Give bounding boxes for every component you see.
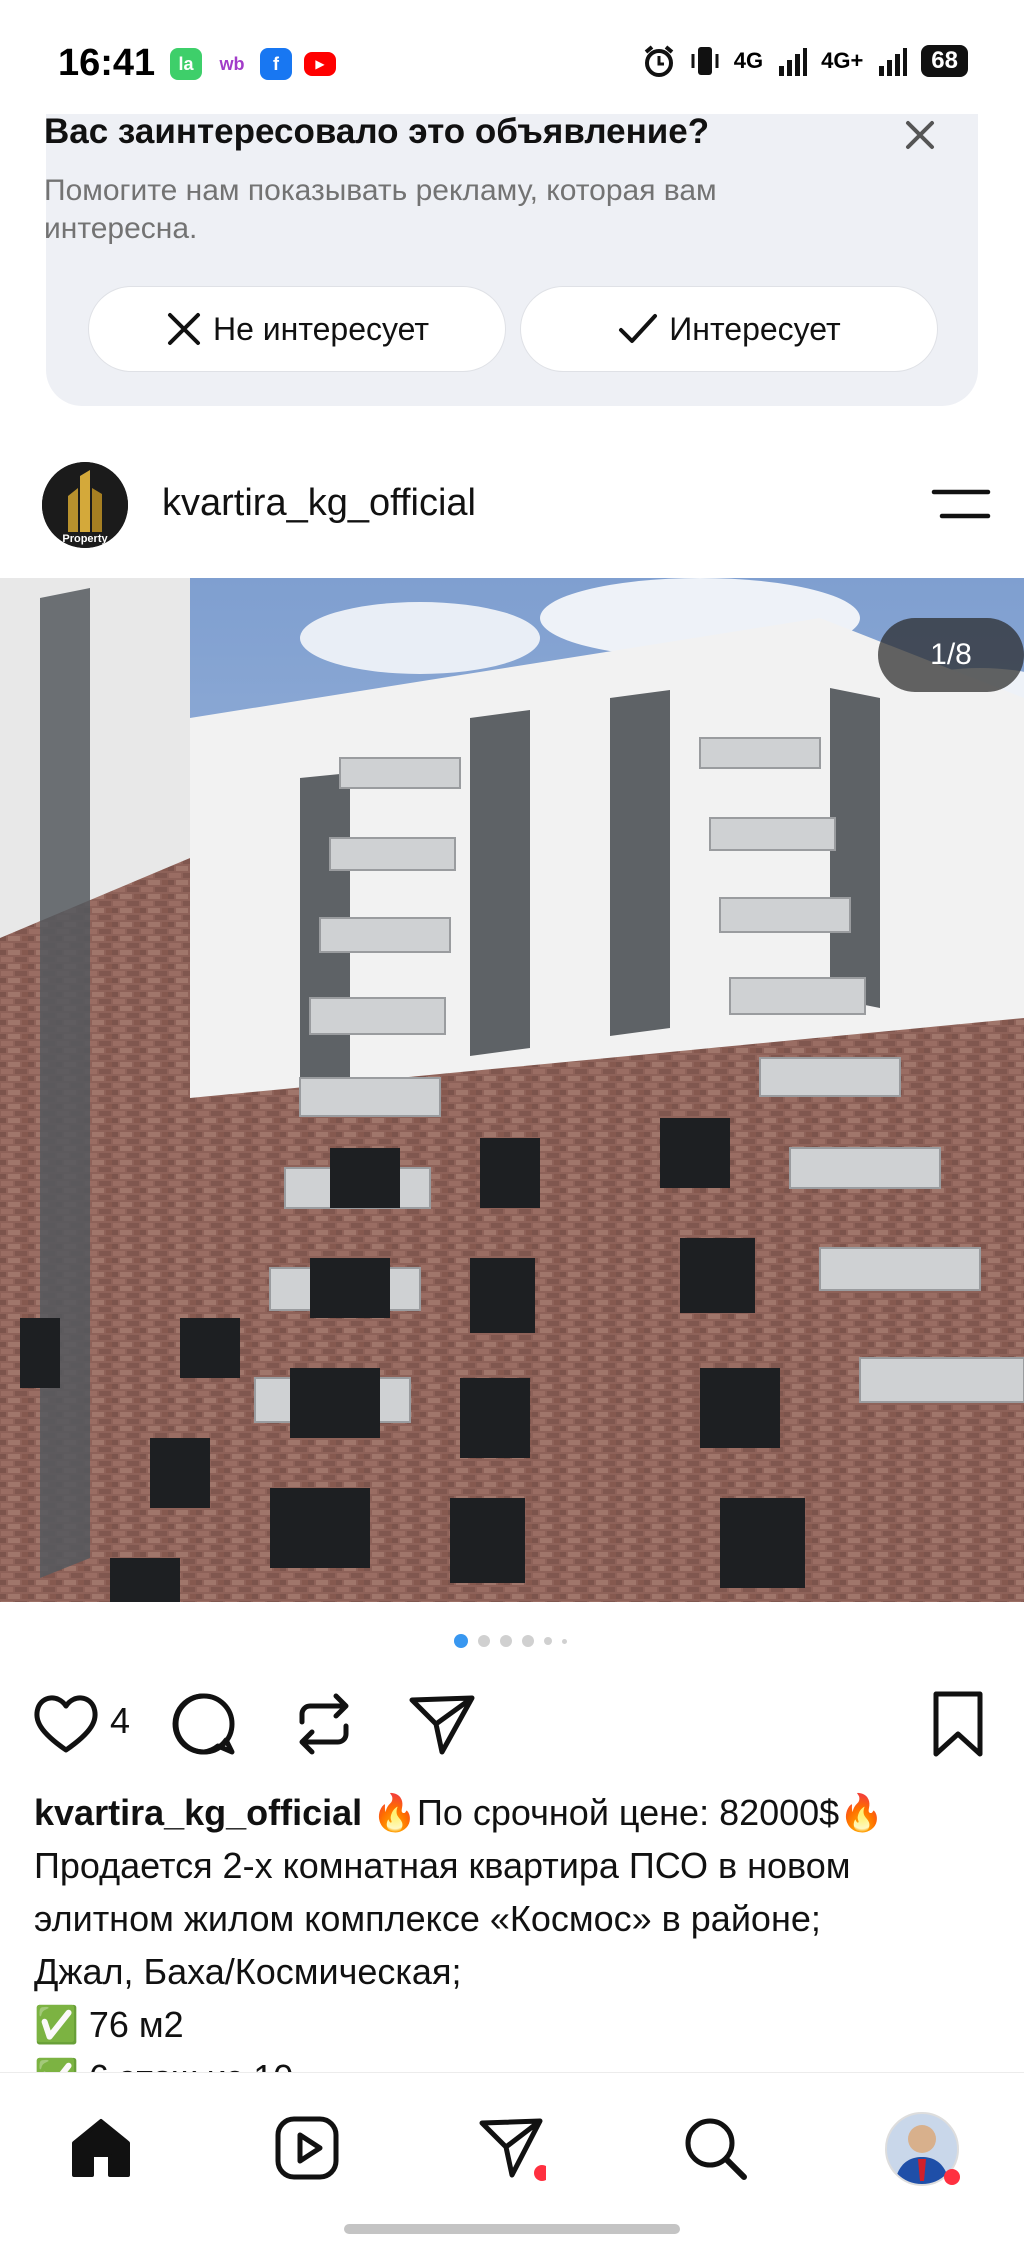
svg-text:Property: Property xyxy=(62,533,108,545)
carousel-dot-active xyxy=(454,1634,468,1648)
post-username[interactable]: kvartira_kg_official xyxy=(162,482,476,525)
reels-icon[interactable] xyxy=(272,2113,342,2183)
comment-icon[interactable] xyxy=(168,1688,240,1760)
app-facebook-icon: f xyxy=(260,48,292,80)
notification-dot xyxy=(944,2169,960,2185)
app-wb-icon: wb xyxy=(219,53,245,74)
not-interested-label: Не интересует xyxy=(212,310,430,347)
carousel-dot xyxy=(478,1635,490,1647)
caption-line: Продается 2-х комнатная квартира ПСО в н… xyxy=(34,1845,851,1886)
like-heart-icon[interactable] xyxy=(30,1688,102,1760)
carousel-dot xyxy=(522,1635,534,1647)
post-image[interactable] xyxy=(0,578,1024,1602)
status-time: 16:41 xyxy=(58,42,156,84)
post-caption: kvartira_kg_official 🔥По срочной цене: 8… xyxy=(34,1786,994,2104)
home-icon[interactable] xyxy=(66,2113,136,2183)
status-bar: 16:41 la wb f ▶ 4G 4G+ 68 xyxy=(0,0,1024,120)
image-counter: 1/8 xyxy=(878,618,1024,692)
menu-icon[interactable] xyxy=(930,484,992,524)
carousel-dot xyxy=(544,1637,552,1645)
interested-label: Интересует xyxy=(669,310,841,347)
home-indicator[interactable] xyxy=(344,2224,680,2234)
x-icon xyxy=(167,313,200,345)
signal-label-2: 4G+ xyxy=(821,48,864,73)
battery-indicator: 68 xyxy=(921,45,968,77)
share-icon[interactable] xyxy=(406,1688,478,1760)
app-youtube-icon: ▶ xyxy=(304,52,336,76)
caption-line: элитном жилом комплексе «Космос» в район… xyxy=(34,1898,821,1939)
ad-feedback-title: Вас заинтересовало это объявление? xyxy=(44,112,710,151)
notification-dot xyxy=(534,2165,546,2181)
building-photo xyxy=(0,578,1024,1602)
signal-bars-icon-1 xyxy=(779,48,808,76)
carousel-dots xyxy=(454,1634,567,1648)
ad-feedback-subtitle: Помогите нам показывать рекламу, которая… xyxy=(44,174,717,245)
likes-count[interactable]: 4 xyxy=(110,1700,130,1742)
checkmark-icon xyxy=(619,314,658,343)
vibrate-icon xyxy=(691,47,719,75)
close-icon[interactable] xyxy=(900,115,940,155)
signal-label-1: 4G xyxy=(733,48,764,73)
caption-username[interactable]: kvartira_kg_official xyxy=(34,1792,362,1833)
profile-avatar-nav[interactable] xyxy=(882,2109,962,2189)
caption-line: Джал, Баха/Космическая; xyxy=(34,1951,462,1992)
caption-line: 🔥По срочной цене: 82000$🔥 xyxy=(372,1792,885,1833)
app-la-icon: la xyxy=(170,48,202,80)
interested-button[interactable]: Интересует xyxy=(520,286,938,372)
profile-avatar[interactable]: Property xyxy=(42,462,128,548)
signal-bars-icon-2 xyxy=(879,48,908,76)
building-logo-icon: Property xyxy=(42,462,128,548)
caption-line: ✅ 76 м2 xyxy=(34,2004,184,2045)
search-icon[interactable] xyxy=(680,2113,750,2183)
repost-icon[interactable] xyxy=(288,1688,360,1760)
carousel-dot xyxy=(500,1635,512,1647)
carousel-dot xyxy=(562,1638,567,1644)
not-interested-button[interactable]: Не интересует xyxy=(88,286,506,372)
bookmark-icon[interactable] xyxy=(922,1688,994,1760)
direct-messages-icon[interactable] xyxy=(476,2113,546,2183)
status-indicators: 4G 4G+ 68 xyxy=(642,44,968,78)
alarm-icon xyxy=(644,45,674,77)
